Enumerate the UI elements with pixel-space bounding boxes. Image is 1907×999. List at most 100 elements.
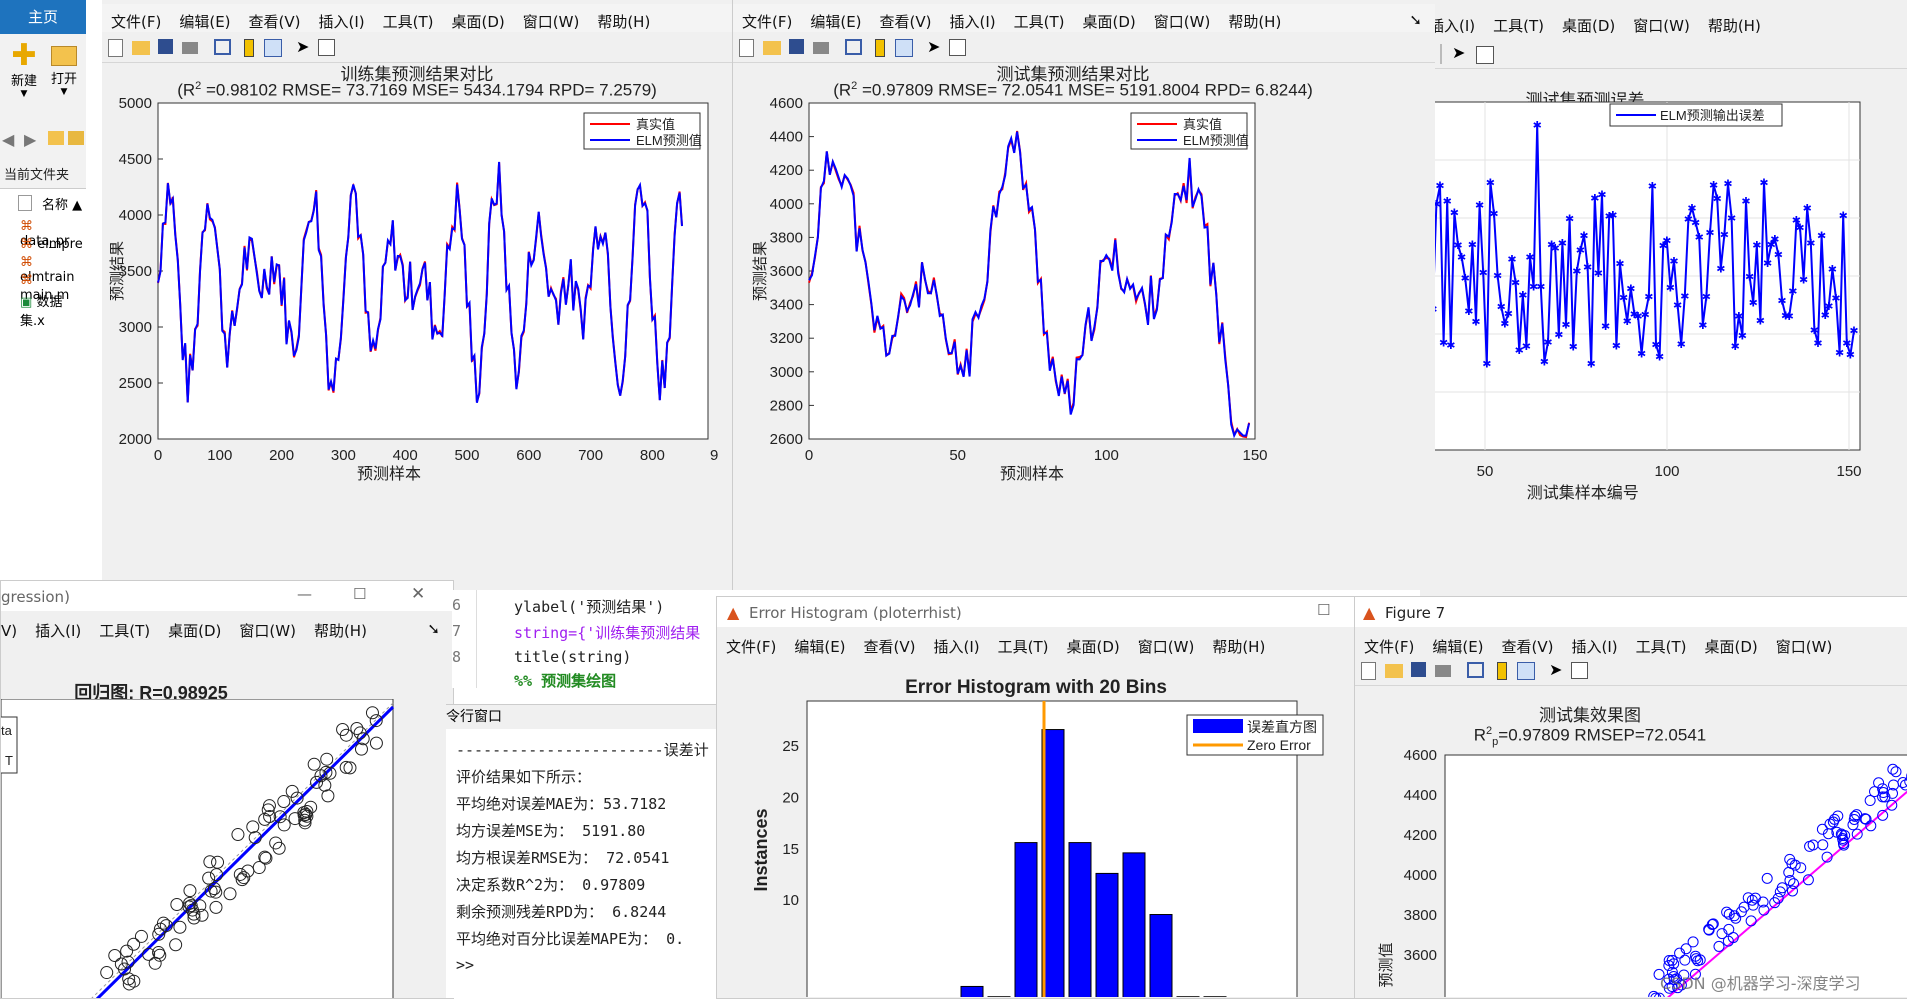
link-icon[interactable] — [845, 39, 862, 55]
menu-view[interactable]: 查看(V) — [855, 629, 925, 657]
menu-window[interactable]: 窗口(W) — [1145, 4, 1220, 32]
pointer-icon[interactable]: ➤ — [296, 37, 314, 55]
file-item[interactable]: ⌘ elmpre — [20, 237, 83, 252]
close-icon[interactable]: ✕ — [411, 584, 425, 604]
back-arrow-icon[interactable]: ◀ — [2, 130, 14, 149]
menu-item[interactable]: 窗口(W) — [230, 613, 305, 641]
error-marker: ✱ — [1493, 271, 1502, 283]
open-button[interactable]: 打开 ▼ — [46, 42, 82, 112]
maximize-icon[interactable]: ☐ — [353, 585, 366, 603]
menu-insert[interactable]: 插入(I) — [941, 4, 1005, 32]
print-icon[interactable] — [182, 42, 198, 54]
window-titlebar: ▲ Error Histogram (ploterrhist) ☐ — [717, 597, 1355, 627]
menu-view[interactable]: 查看(V) — [240, 4, 310, 32]
menu-window[interactable]: 窗口(W) — [1767, 629, 1842, 657]
menu-file[interactable]: 文件(F) — [733, 4, 801, 32]
menu-insert[interactable]: 插入(I) — [310, 4, 374, 32]
menu-item[interactable]: 帮助(H) — [1699, 8, 1770, 36]
pointer-icon[interactable]: ➤ — [1452, 43, 1465, 62]
open-file-icon[interactable] — [132, 41, 150, 55]
menu-tools[interactable]: 工具(T) — [989, 629, 1058, 657]
menu-help[interactable]: 帮助(H) — [1203, 629, 1274, 657]
menu-item[interactable]: 窗口(W) — [1624, 8, 1699, 36]
menu-insert[interactable]: 插入(I) — [925, 629, 989, 657]
menu-view[interactable]: 查看(V) — [1493, 629, 1563, 657]
minimize-icon[interactable]: — — [297, 585, 312, 603]
error-marker: ✱ — [1803, 203, 1812, 215]
menu-edit[interactable]: 编辑(E) — [801, 4, 870, 32]
error-marker: ✱ — [1655, 352, 1664, 364]
y-tick-label: 15 — [782, 841, 799, 858]
colorbar-icon[interactable] — [875, 39, 885, 57]
menu-tools[interactable]: 工具(T) — [1005, 4, 1074, 32]
colorbar-icon[interactable] — [1497, 662, 1507, 680]
link-icon[interactable] — [214, 39, 231, 55]
browse-folder-icon[interactable] — [68, 131, 84, 145]
error-marker: ✱ — [1669, 256, 1678, 268]
save-icon[interactable] — [158, 39, 173, 54]
dock-arrow-icon[interactable]: ➘ — [1400, 4, 1431, 29]
save-icon[interactable] — [789, 39, 804, 54]
menu-file[interactable]: 文件(F) — [717, 629, 785, 657]
menu-item[interactable]: 帮助(H) — [305, 613, 376, 641]
menu-tools[interactable]: 工具(T) — [1627, 629, 1696, 657]
matlab-main-window: 主页 ✚ 新建 ▼ 打开 ▼ ◀ ▶ 当前文件夹 名称 ▲ ⌘ data_pr … — [0, 0, 86, 560]
window-title: gression) — [1, 588, 70, 606]
up-folder-icon[interactable] — [48, 131, 64, 145]
panel-icon[interactable] — [1571, 662, 1588, 679]
menu-window[interactable]: 窗口(W) — [1129, 629, 1204, 657]
new-figure-icon[interactable] — [739, 39, 754, 57]
legend-entry: ELM预测输出误差 — [1660, 108, 1765, 123]
pointer-icon[interactable]: ➤ — [927, 37, 945, 55]
new-figure-icon[interactable] — [1361, 662, 1376, 680]
link-icon[interactable] — [1467, 662, 1484, 678]
menu-edit[interactable]: 编辑(E) — [785, 629, 854, 657]
menu-help[interactable]: 帮助(H) — [1219, 4, 1290, 32]
menu-window[interactable]: 窗口(W) — [514, 4, 589, 32]
menu-file[interactable]: 文件(F) — [1355, 629, 1423, 657]
home-tab[interactable]: 主页 — [0, 0, 86, 34]
menu-desktop[interactable]: 桌面(D) — [1058, 629, 1129, 657]
menu-item[interactable]: 工具(T) — [90, 613, 159, 641]
file-item[interactable]: ▣ 数据集.x — [20, 291, 86, 329]
name-column-header[interactable]: 名称 ▲ — [42, 194, 82, 213]
colorbar-icon[interactable] — [244, 39, 254, 57]
menu-item[interactable]: 桌面(D) — [159, 613, 230, 641]
new-button[interactable]: ✚ 新建 ▼ — [6, 42, 42, 112]
menu-item[interactable]: 插入(I) — [26, 613, 90, 641]
menu-insert[interactable]: 插入(I) — [1563, 629, 1627, 657]
plot-subtitle: R2p=0.97809 RMSEP=72.0541 — [1355, 725, 1825, 748]
open-file-icon[interactable] — [1385, 664, 1403, 678]
panel-icon[interactable] — [1476, 46, 1494, 64]
x-axis-label: 预测样本 — [357, 465, 421, 483]
print-icon[interactable] — [813, 42, 829, 54]
forward-arrow-icon[interactable]: ▶ — [24, 130, 36, 149]
menu-item[interactable]: 桌面(D) — [1553, 8, 1624, 36]
save-icon[interactable] — [1411, 662, 1426, 677]
menu-item[interactable]: V) — [1, 615, 26, 640]
error-marker: ✱ — [1680, 291, 1689, 303]
maximize-icon[interactable]: ☐ — [1317, 601, 1330, 619]
menu-file[interactable]: 文件(F) — [102, 4, 170, 32]
menu-edit[interactable]: 编辑(E) — [1423, 629, 1492, 657]
legend-icon[interactable] — [1517, 662, 1535, 680]
panel-icon[interactable] — [318, 39, 335, 56]
menu-help[interactable]: 帮助(H) — [588, 4, 659, 32]
panel-icon[interactable] — [949, 39, 966, 56]
legend-icon[interactable] — [895, 39, 913, 57]
new-figure-icon[interactable] — [108, 39, 123, 57]
menu-view[interactable]: 查看(V) — [871, 4, 941, 32]
menu-edit[interactable]: 编辑(E) — [170, 4, 239, 32]
pointer-icon[interactable]: ➤ — [1549, 660, 1567, 678]
legend-icon[interactable] — [264, 39, 282, 57]
menu-desktop[interactable]: 桌面(D) — [1696, 629, 1767, 657]
menu-tools[interactable]: 工具(T) — [374, 4, 443, 32]
m-file-icon: ⌘ — [20, 237, 33, 252]
menu-item[interactable]: 工具(T) — [1484, 8, 1553, 36]
dock-arrow-icon[interactable]: ➘ — [418, 613, 449, 638]
open-file-icon[interactable] — [763, 41, 781, 55]
menu-desktop[interactable]: 桌面(D) — [443, 4, 514, 32]
cmd-prompt[interactable]: >> — [456, 956, 474, 974]
print-icon[interactable] — [1435, 665, 1451, 677]
menu-desktop[interactable]: 桌面(D) — [1074, 4, 1145, 32]
